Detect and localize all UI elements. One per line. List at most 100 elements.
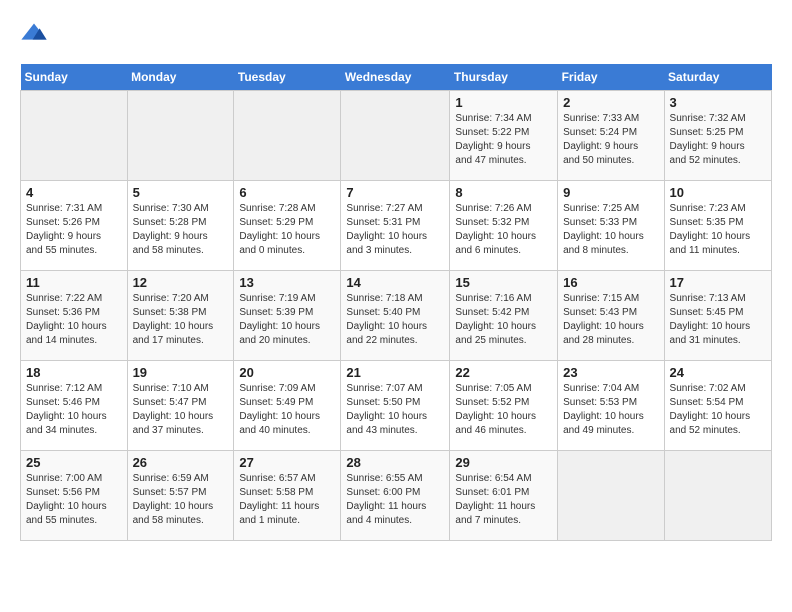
- day-info: Sunrise: 7:15 AM Sunset: 5:43 PM Dayligh…: [563, 292, 658, 348]
- header-saturday: Saturday: [664, 64, 771, 91]
- calendar-cell: 14 Sunrise: 7:18 AM Sunset: 5:40 PM Dayli…: [341, 271, 450, 361]
- calendar-cell: 10 Sunrise: 7:23 AM Sunset: 5:35 PM Dayli…: [664, 181, 771, 271]
- calendar-cell: 6 Sunrise: 7:28 AM Sunset: 5:29 PM Daylig…: [234, 181, 341, 271]
- day-number: 25: [26, 455, 122, 470]
- header-sunday: Sunday: [21, 64, 128, 91]
- day-number: 12: [133, 275, 229, 290]
- header-wednesday: Wednesday: [341, 64, 450, 91]
- day-number: 24: [670, 365, 766, 380]
- day-info: Sunrise: 7:18 AM Sunset: 5:40 PM Dayligh…: [346, 292, 444, 348]
- calendar-cell: 22 Sunrise: 7:05 AM Sunset: 5:52 PM Dayli…: [450, 361, 558, 451]
- calendar-cell: 24 Sunrise: 7:02 AM Sunset: 5:54 PM Dayli…: [664, 361, 771, 451]
- day-info: Sunrise: 7:09 AM Sunset: 5:49 PM Dayligh…: [239, 382, 335, 438]
- day-info: Sunrise: 7:32 AM Sunset: 5:25 PM Dayligh…: [670, 112, 766, 168]
- day-number: 13: [239, 275, 335, 290]
- day-number: 6: [239, 185, 335, 200]
- calendar-cell: 4 Sunrise: 7:31 AM Sunset: 5:26 PM Daylig…: [21, 181, 128, 271]
- day-number: 15: [455, 275, 552, 290]
- day-info: Sunrise: 7:20 AM Sunset: 5:38 PM Dayligh…: [133, 292, 229, 348]
- day-number: 5: [133, 185, 229, 200]
- calendar-cell: 29 Sunrise: 6:54 AM Sunset: 6:01 PM Dayli…: [450, 451, 558, 541]
- calendar-cell: 27 Sunrise: 6:57 AM Sunset: 5:58 PM Dayli…: [234, 451, 341, 541]
- day-info: Sunrise: 7:02 AM Sunset: 5:54 PM Dayligh…: [670, 382, 766, 438]
- day-number: 21: [346, 365, 444, 380]
- day-number: 29: [455, 455, 552, 470]
- calendar-cell: 17Sunrise: 7:13 AM Sunset: 5:45 PM Dayli…: [664, 271, 771, 361]
- day-info: Sunrise: 7:27 AM Sunset: 5:31 PM Dayligh…: [346, 202, 444, 258]
- day-info: Sunrise: 6:54 AM Sunset: 6:01 PM Dayligh…: [455, 472, 552, 528]
- calendar-cell: 25 Sunrise: 7:00 AM Sunset: 5:56 PM Dayli…: [21, 451, 128, 541]
- calendar-cell: 28 Sunrise: 6:55 AM Sunset: 6:00 PM Dayli…: [341, 451, 450, 541]
- day-number: 28: [346, 455, 444, 470]
- day-number: 9: [563, 185, 658, 200]
- calendar-cell: 3Sunrise: 7:32 AM Sunset: 5:25 PM Daylig…: [664, 91, 771, 181]
- header-tuesday: Tuesday: [234, 64, 341, 91]
- calendar-cell: [234, 91, 341, 181]
- page-header: [20, 20, 772, 48]
- day-info: Sunrise: 7:04 AM Sunset: 5:53 PM Dayligh…: [563, 382, 658, 438]
- calendar-table: SundayMondayTuesdayWednesdayThursdayFrid…: [20, 64, 772, 541]
- calendar-cell: 16 Sunrise: 7:15 AM Sunset: 5:43 PM Dayli…: [558, 271, 664, 361]
- day-info: Sunrise: 7:23 AM Sunset: 5:35 PM Dayligh…: [670, 202, 766, 258]
- day-number: 14: [346, 275, 444, 290]
- day-number: 1: [455, 95, 552, 110]
- calendar-week-4: 18Sunrise: 7:12 AM Sunset: 5:46 PM Dayli…: [21, 361, 772, 451]
- calendar-cell: 5 Sunrise: 7:30 AM Sunset: 5:28 PM Daylig…: [127, 181, 234, 271]
- day-number: 17: [670, 275, 766, 290]
- day-info: Sunrise: 7:26 AM Sunset: 5:32 PM Dayligh…: [455, 202, 552, 258]
- day-info: Sunrise: 7:19 AM Sunset: 5:39 PM Dayligh…: [239, 292, 335, 348]
- day-number: 27: [239, 455, 335, 470]
- calendar-week-2: 4 Sunrise: 7:31 AM Sunset: 5:26 PM Daylig…: [21, 181, 772, 271]
- day-info: Sunrise: 6:55 AM Sunset: 6:00 PM Dayligh…: [346, 472, 444, 528]
- calendar-cell: 11 Sunrise: 7:22 AM Sunset: 5:36 PM Dayli…: [21, 271, 128, 361]
- day-info: Sunrise: 7:05 AM Sunset: 5:52 PM Dayligh…: [455, 382, 552, 438]
- calendar-week-5: 25 Sunrise: 7:00 AM Sunset: 5:56 PM Dayli…: [21, 451, 772, 541]
- day-number: 16: [563, 275, 658, 290]
- calendar-cell: 2Sunrise: 7:33 AM Sunset: 5:24 PM Daylig…: [558, 91, 664, 181]
- day-info: Sunrise: 7:30 AM Sunset: 5:28 PM Dayligh…: [133, 202, 229, 258]
- calendar-week-1: 1 Sunrise: 7:34 AM Sunset: 5:22 PM Daylig…: [21, 91, 772, 181]
- day-number: 7: [346, 185, 444, 200]
- day-number: 19: [133, 365, 229, 380]
- day-info: Sunrise: 6:57 AM Sunset: 5:58 PM Dayligh…: [239, 472, 335, 528]
- day-number: 26: [133, 455, 229, 470]
- day-info: Sunrise: 7:00 AM Sunset: 5:56 PM Dayligh…: [26, 472, 122, 528]
- calendar-cell: 20 Sunrise: 7:09 AM Sunset: 5:49 PM Dayli…: [234, 361, 341, 451]
- calendar-cell: 15 Sunrise: 7:16 AM Sunset: 5:42 PM Dayli…: [450, 271, 558, 361]
- day-info: Sunrise: 7:34 AM Sunset: 5:22 PM Dayligh…: [455, 112, 552, 168]
- day-number: 4: [26, 185, 122, 200]
- day-number: 10: [670, 185, 766, 200]
- day-info: Sunrise: 7:07 AM Sunset: 5:50 PM Dayligh…: [346, 382, 444, 438]
- calendar-cell: 13 Sunrise: 7:19 AM Sunset: 5:39 PM Dayli…: [234, 271, 341, 361]
- day-number: 22: [455, 365, 552, 380]
- day-info: Sunrise: 7:12 AM Sunset: 5:46 PM Dayligh…: [26, 382, 122, 438]
- calendar-week-3: 11 Sunrise: 7:22 AM Sunset: 5:36 PM Dayli…: [21, 271, 772, 361]
- calendar-cell: [127, 91, 234, 181]
- calendar-cell: 18Sunrise: 7:12 AM Sunset: 5:46 PM Dayli…: [21, 361, 128, 451]
- logo: [20, 20, 52, 48]
- day-info: Sunrise: 7:16 AM Sunset: 5:42 PM Dayligh…: [455, 292, 552, 348]
- day-info: Sunrise: 6:59 AM Sunset: 5:57 PM Dayligh…: [133, 472, 229, 528]
- calendar-cell: [21, 91, 128, 181]
- day-info: Sunrise: 7:22 AM Sunset: 5:36 PM Dayligh…: [26, 292, 122, 348]
- day-number: 23: [563, 365, 658, 380]
- header-thursday: Thursday: [450, 64, 558, 91]
- calendar-cell: 19 Sunrise: 7:10 AM Sunset: 5:47 PM Dayli…: [127, 361, 234, 451]
- calendar-cell: 9 Sunrise: 7:25 AM Sunset: 5:33 PM Daylig…: [558, 181, 664, 271]
- calendar-cell: 12 Sunrise: 7:20 AM Sunset: 5:38 PM Dayli…: [127, 271, 234, 361]
- calendar-cell: [664, 451, 771, 541]
- day-info: Sunrise: 7:28 AM Sunset: 5:29 PM Dayligh…: [239, 202, 335, 258]
- calendar-cell: 7 Sunrise: 7:27 AM Sunset: 5:31 PM Daylig…: [341, 181, 450, 271]
- logo-icon: [20, 20, 48, 48]
- calendar-cell: 8 Sunrise: 7:26 AM Sunset: 5:32 PM Daylig…: [450, 181, 558, 271]
- calendar-header-row: SundayMondayTuesdayWednesdayThursdayFrid…: [21, 64, 772, 91]
- calendar-cell: 21 Sunrise: 7:07 AM Sunset: 5:50 PM Dayli…: [341, 361, 450, 451]
- header-friday: Friday: [558, 64, 664, 91]
- day-info: Sunrise: 7:31 AM Sunset: 5:26 PM Dayligh…: [26, 202, 122, 258]
- day-info: Sunrise: 7:10 AM Sunset: 5:47 PM Dayligh…: [133, 382, 229, 438]
- header-monday: Monday: [127, 64, 234, 91]
- day-info: Sunrise: 7:25 AM Sunset: 5:33 PM Dayligh…: [563, 202, 658, 258]
- day-number: 8: [455, 185, 552, 200]
- day-number: 11: [26, 275, 122, 290]
- day-number: 20: [239, 365, 335, 380]
